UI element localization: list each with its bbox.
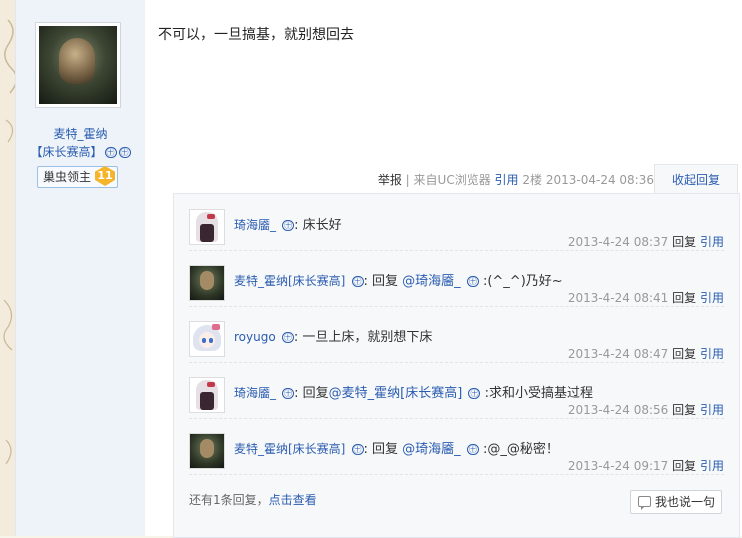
vip-icon[interactable]: ㊉	[351, 444, 364, 455]
reply-line: 琦海靥_ ㊉: 床长好	[234, 214, 342, 233]
reply-text: : 回复	[363, 274, 403, 289]
quote-link[interactable]: 引用	[495, 173, 519, 187]
reply-text-tail: :(^_^)乃好~	[478, 274, 563, 289]
girl-avatar[interactable]	[189, 377, 225, 413]
man-avatar[interactable]	[189, 433, 225, 469]
reply-line: royugo ㊉: 一旦上床，就别想下床	[234, 326, 432, 345]
mention-link[interactable]: @琦海靥_	[402, 274, 461, 289]
quote-link[interactable]: 引用	[700, 347, 724, 361]
reply-text: : 床长好	[294, 218, 342, 233]
girl-avatar[interactable]	[189, 209, 225, 245]
reply-item: 琦海靥_ ㊉: 床长好 2013-4-24 08:37 回复 引用	[189, 194, 724, 251]
reply-time: 2013-4-24 08:41	[567, 291, 669, 305]
reply-author[interactable]: 麦特_霍纳[床长赛高]	[234, 442, 345, 456]
quote-link[interactable]: 引用	[700, 403, 724, 417]
reply-item: royugo ㊉: 一旦上床，就别想下床 2013-4-24 08:47 回复 …	[189, 306, 724, 363]
reply-text: : 回复	[363, 442, 403, 457]
meta-separator: |	[405, 173, 410, 187]
reply-button[interactable]: 回复	[672, 235, 696, 249]
reply-line: 麦特_霍纳[床长赛高] ㊉: 回复 @琦海靥_ ㊉ :(^_^)乃好~	[234, 270, 563, 289]
reply-author[interactable]: royugo	[234, 330, 276, 344]
anime-avatar[interactable]	[189, 321, 225, 357]
reply-item: 麦特_霍纳[床长赛高] ㊉: 回复 @琦海靥_ ㊉ :@_@秘密！ 2013-4…	[189, 418, 724, 475]
reply-time: 2013-4-24 08:56	[567, 403, 669, 417]
author-avatar-image	[39, 26, 117, 104]
reply-list: 琦海靥_ ㊉: 床长好 2013-4-24 08:37 回复 引用 麦特_霍纳[…	[173, 193, 740, 538]
badge-level-icon: 11	[95, 166, 116, 186]
member-badge[interactable]: 巢虫领主 11	[37, 166, 119, 188]
post-main: 不可以，一旦搞基，就别想回去 举报 | 来自UC浏览器 引用 2楼 2013-0…	[145, 0, 742, 538]
reply-author[interactable]: 琦海靥_	[234, 218, 276, 232]
comment-button[interactable]: 我也说一句	[629, 490, 722, 514]
reply-text: : 回复	[294, 386, 329, 401]
post-meta: 举报 | 来自UC浏览器 引用 2楼 2013-04-24 08:36	[378, 171, 654, 188]
reply-button[interactable]: 回复	[672, 459, 696, 473]
reply-button[interactable]: 回复	[672, 403, 696, 417]
vip-icon[interactable]: ㊉	[282, 388, 295, 399]
mention-link[interactable]: @琦海靥_	[402, 442, 461, 457]
reply-meta: 2013-4-24 08:37 回复 引用	[568, 233, 724, 250]
man-avatar[interactable]	[189, 265, 225, 301]
reply-meta: 2013-4-24 08:41 回复 引用	[568, 289, 724, 306]
vip-icon[interactable]: ㊉	[282, 220, 295, 231]
badge-label: 巢虫领主	[43, 170, 92, 184]
reply-meta: 2013-4-24 08:47 回复 引用	[568, 345, 724, 362]
view-more-link[interactable]: 点击查看	[269, 493, 317, 507]
author-title[interactable]: 【床长赛高】	[30, 145, 102, 159]
author-avatar[interactable]	[35, 22, 121, 108]
reply-line: 麦特_霍纳[床长赛高] ㊉: 回复 @琦海靥_ ㊉ :@_@秘密！	[234, 438, 559, 457]
author-title-line: 【床长赛高】㊉㊉	[16, 143, 145, 160]
vip-icon[interactable]: ㊉	[466, 444, 479, 455]
comment-icon	[637, 496, 651, 510]
quote-link[interactable]: 引用	[700, 235, 724, 249]
reply-line: 琦海靥_ ㊉: 回复@麦特_霍纳[床长赛高] ㊉ :求和小受搞基过程	[234, 382, 593, 401]
source-text: 来自UC浏览器	[413, 173, 491, 187]
post-content: 不可以，一旦搞基，就别想回去	[158, 27, 354, 43]
reply-button[interactable]: 回复	[672, 347, 696, 361]
reply-item: 麦特_霍纳[床长赛高] ㊉: 回复 @琦海靥_ ㊉ :(^_^)乃好~ 2013…	[189, 250, 724, 307]
reply-meta: 2013-4-24 08:56 回复 引用	[568, 401, 724, 418]
quote-link[interactable]: 引用	[700, 291, 724, 305]
reply-text-tail: :求和小受搞基过程	[480, 386, 593, 401]
quote-link[interactable]: 引用	[700, 459, 724, 473]
reply-time: 2013-4-24 09:17	[567, 459, 669, 473]
reply-author[interactable]: 琦海靥_	[234, 386, 276, 400]
reply-time: 2013-4-24 08:47	[567, 347, 669, 361]
collapse-replies-button[interactable]: 收起回复	[654, 164, 738, 195]
vip-icon[interactable]: ㊉	[351, 276, 364, 287]
vip-icon[interactable]: ㊉	[104, 147, 117, 158]
reply-meta: 2013-4-24 09:17 回复 引用	[568, 457, 724, 474]
vip-icon-2[interactable]: ㊉	[118, 147, 131, 158]
more-replies-text: 还有1条回复，	[189, 493, 269, 507]
author-name[interactable]: 麦特_霍纳	[16, 125, 145, 142]
reply-author[interactable]: 麦特_霍纳[床长赛高]	[234, 274, 345, 288]
reply-text: : 一旦上床，就别想下床	[293, 330, 433, 345]
floor-number: 2楼	[522, 173, 543, 187]
author-sidebar: 麦特_霍纳 【床长赛高】㊉㊉ 巢虫领主 11	[15, 0, 146, 536]
post-time: 2013-04-24 08:36	[545, 173, 654, 187]
vip-icon[interactable]: ㊉	[468, 388, 481, 399]
comment-button-label: 我也说一句	[654, 495, 715, 509]
vip-icon[interactable]: ㊉	[466, 276, 479, 287]
reply-text-tail: :@_@秘密！	[478, 442, 559, 457]
reply-time: 2013-4-24 08:37	[567, 235, 669, 249]
reply-button[interactable]: 回复	[672, 291, 696, 305]
more-replies: 还有1条回复，点击查看	[189, 491, 317, 508]
mention-link[interactable]: @麦特_霍纳[床长赛高]	[329, 386, 463, 401]
reply-item: 琦海靥_ ㊉: 回复@麦特_霍纳[床长赛高] ㊉ :求和小受搞基过程 2013-…	[189, 362, 724, 419]
report-link[interactable]: 举报	[378, 173, 402, 187]
vip-icon[interactable]: ㊉	[281, 332, 294, 343]
